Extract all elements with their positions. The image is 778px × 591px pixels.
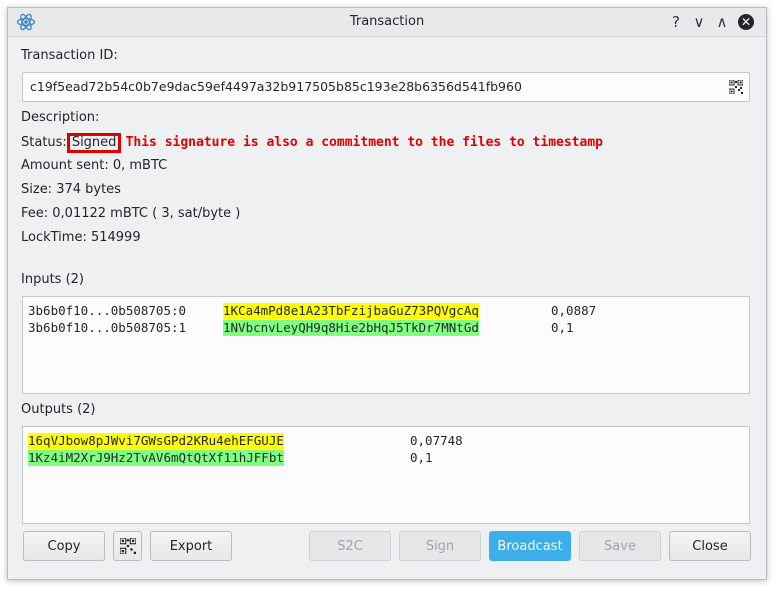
- tx-fee: Fee: 0,01122 mBTC ( 3, sat/byte ): [21, 206, 241, 221]
- inputs-list[interactable]: 3b6b0f10...0b508705:0 1KCa4mPd8e1A23TbFz…: [22, 296, 750, 394]
- broadcast-button[interactable]: Broadcast: [489, 531, 571, 561]
- status-badge: Signed: [66, 133, 122, 153]
- tx-size: Size: 374 bytes: [21, 182, 121, 197]
- save-button[interactable]: Save: [579, 531, 661, 561]
- input-amount: 0,1: [551, 320, 574, 335]
- output-amount: 0,1: [410, 450, 433, 465]
- qrcode-icon[interactable]: [729, 80, 743, 94]
- outputs-label: Outputs (2): [21, 402, 96, 417]
- input-address: 1NVbcnvLeyQH9q8Hie2bHqJ5TkDr7MNtGd: [223, 320, 479, 336]
- input-address: 1KCa4mPd8e1A23TbFzijbaGuZ73PQVgcAq: [223, 303, 479, 319]
- inputs-label: Inputs (2): [21, 272, 84, 287]
- help-button[interactable]: ?: [666, 12, 686, 32]
- txid-value[interactable]: c19f5ead72b54c0b7e9dac59ef4497a32b917505…: [30, 73, 522, 101]
- status-label: Status:: [21, 135, 67, 150]
- input-amount: 0,0887: [551, 303, 597, 318]
- transaction-dialog: Transaction ? ∨ ∧ ✕ Transaction ID: c19f…: [7, 7, 767, 580]
- outputs-list[interactable]: 16qVJbow8pJWvi7GWsGPd2KRu4ehEFGUJE 0,077…: [22, 426, 750, 524]
- title-bar[interactable]: Transaction ? ∨ ∧ ✕: [8, 8, 766, 37]
- status-line: Status: Signed This signature is also a c…: [21, 133, 603, 153]
- close-window-button[interactable]: ✕: [738, 14, 754, 30]
- input-prevout: 3b6b0f10...0b508705:1: [28, 320, 187, 335]
- window-title: Transaction: [349, 14, 425, 29]
- amount-sent: Amount sent: 0, mBTC: [21, 158, 168, 173]
- output-amount: 0,07748: [410, 433, 463, 448]
- locktime: LockTime: 514999: [21, 230, 141, 245]
- output-address: 1Kz4iM2XrJ9Hz2TvAV6mQtQtXf11hJFFbt: [28, 450, 284, 466]
- sign-button[interactable]: Sign: [399, 531, 481, 561]
- input-prevout: 3b6b0f10...0b508705:0: [28, 303, 187, 318]
- s2c-button[interactable]: S2C: [309, 531, 391, 561]
- minimize-button[interactable]: ∨: [689, 12, 709, 32]
- show-qr-button[interactable]: [113, 531, 142, 561]
- txid-field[interactable]: c19f5ead72b54c0b7e9dac59ef4497a32b917505…: [22, 72, 750, 102]
- description-label: Description:: [21, 110, 100, 125]
- qrcode-icon: [118, 537, 137, 555]
- copy-button[interactable]: Copy: [23, 531, 105, 561]
- output-address: 16qVJbow8pJWvi7GWsGPd2KRu4ehEFGUJE: [28, 433, 284, 449]
- export-button[interactable]: Export: [150, 531, 232, 561]
- annotation-note: This signature is also a commitment to t…: [125, 135, 603, 150]
- close-button[interactable]: Close: [669, 531, 751, 561]
- txid-label: Transaction ID:: [21, 48, 118, 63]
- maximize-button[interactable]: ∧: [712, 12, 732, 32]
